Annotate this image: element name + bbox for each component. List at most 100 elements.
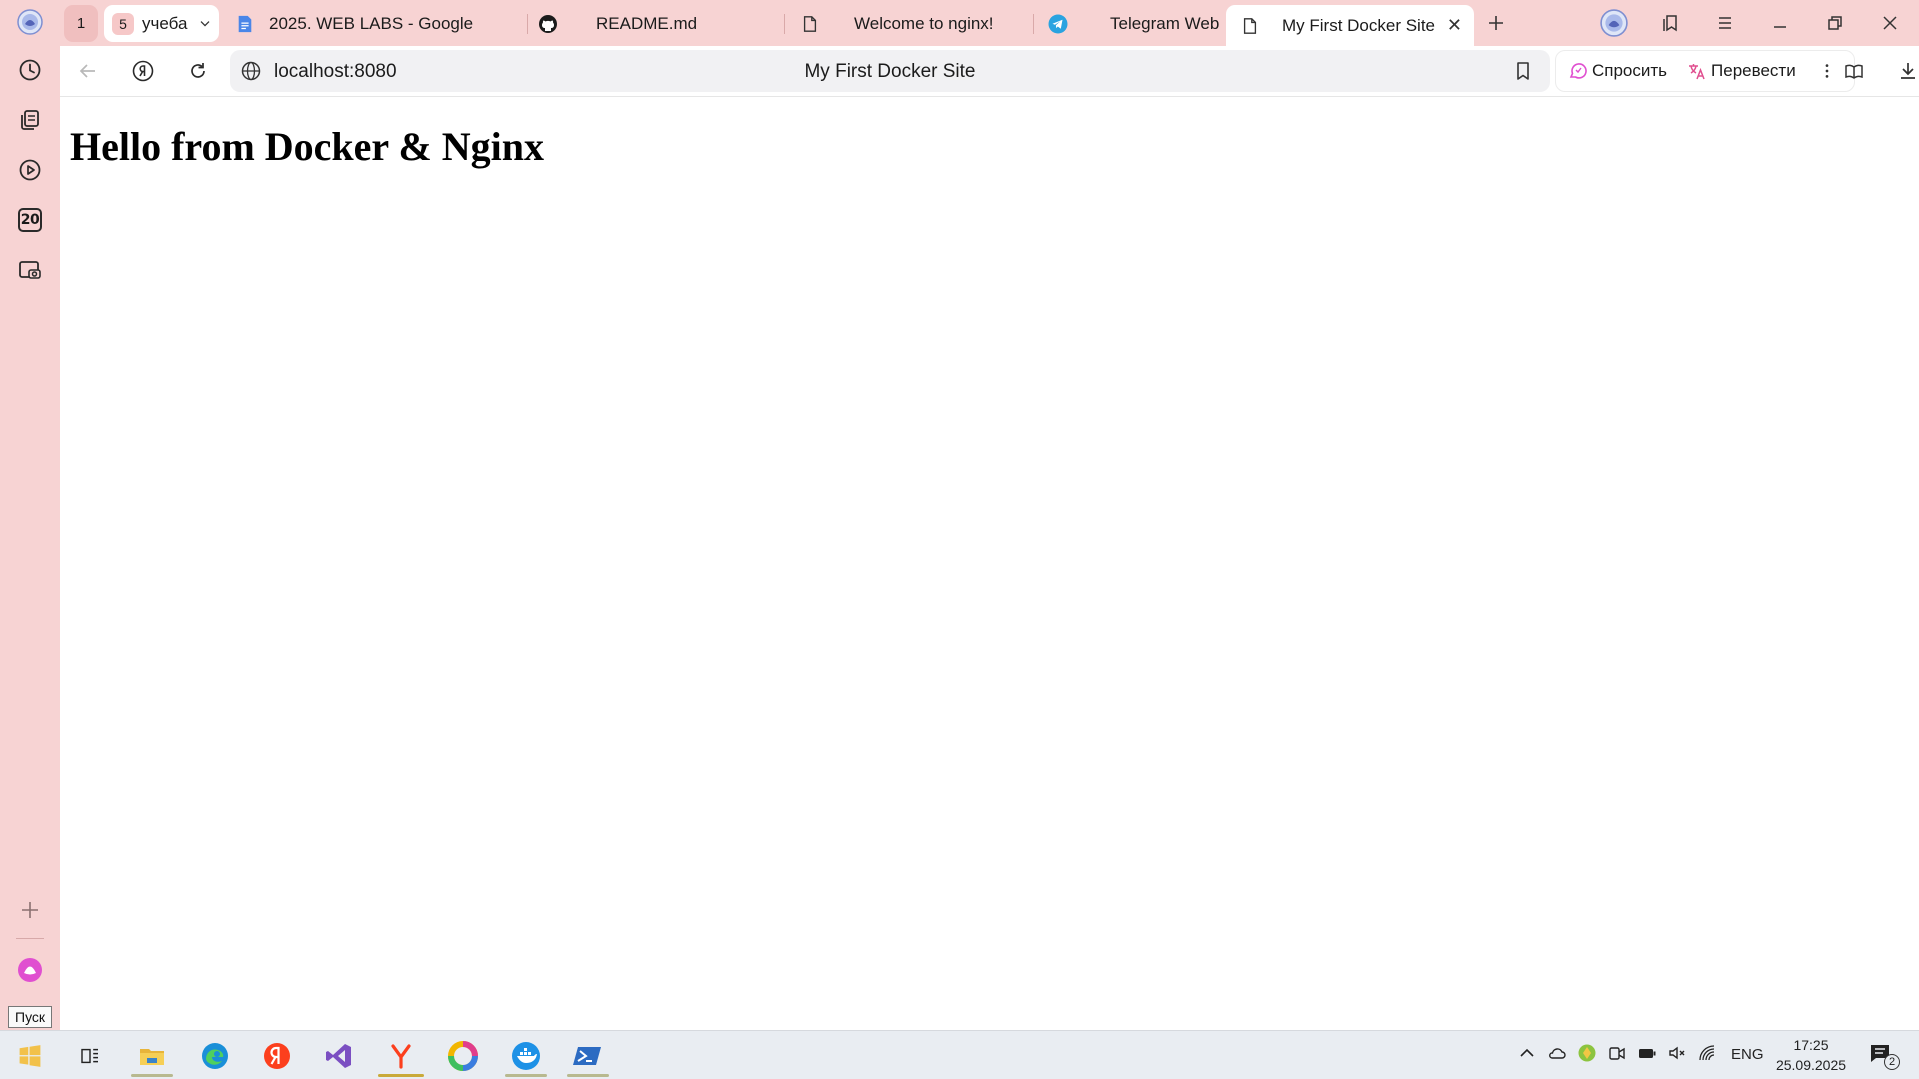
- tab-group-count: 5: [112, 12, 134, 35]
- task-view-icon: [81, 1048, 98, 1063]
- screenshot-button[interactable]: [10, 250, 50, 290]
- alice-assistant-button[interactable]: [10, 950, 50, 990]
- new-tab-button[interactable]: [1476, 6, 1516, 40]
- tab-label: Telegram Web: [1110, 13, 1220, 33]
- powershell-icon: [573, 1046, 601, 1065]
- translate-label: Перевести: [1711, 61, 1796, 80]
- bookmarks-panel-icon: [1663, 15, 1677, 32]
- start-tooltip: Пуск: [8, 1006, 53, 1028]
- task-view-button[interactable]: [65, 1033, 115, 1078]
- wifi-icon: [1699, 1045, 1715, 1061]
- downloads-button[interactable]: [1889, 52, 1919, 90]
- reload-icon: [191, 63, 205, 78]
- yandex-home-button[interactable]: [124, 52, 162, 90]
- alice-icon: [18, 958, 42, 982]
- assistant-actions: Спросить Перевести: [1555, 50, 1855, 92]
- url-text[interactable]: localhost:8080: [274, 61, 397, 83]
- windows-logo-icon: [19, 1044, 41, 1067]
- shield-icon: [1578, 1044, 1596, 1062]
- restore-button[interactable]: [1815, 6, 1855, 40]
- video-button[interactable]: [10, 150, 50, 190]
- visual-studio-icon: [326, 1043, 351, 1068]
- collections-icon: [21, 110, 39, 130]
- google-docs-icon: [235, 14, 255, 34]
- volume-muted-icon: [1669, 1046, 1685, 1060]
- calendar-day-badge: 20: [18, 208, 42, 232]
- taskbar-file-explorer[interactable]: [127, 1033, 177, 1078]
- taskbar-powershell[interactable]: [563, 1033, 613, 1078]
- yandex-icon: [264, 1042, 290, 1069]
- tab-group-study[interactable]: 5 учеба: [104, 5, 219, 42]
- tab-telegram[interactable]: Telegram Web: [1048, 5, 1228, 42]
- menu-button[interactable]: [1705, 6, 1745, 40]
- tab-collections-button[interactable]: [1650, 6, 1690, 40]
- profile-icon: [17, 9, 43, 35]
- tab-separator: [1033, 14, 1034, 34]
- hamburger-icon: [1719, 17, 1731, 29]
- input-language[interactable]: ENG: [1731, 1046, 1764, 1063]
- sidebar-divider: [16, 938, 44, 939]
- address-bar[interactable]: localhost:8080 My First Docker Site: [230, 50, 1550, 92]
- minimize-button[interactable]: [1760, 6, 1800, 40]
- reload-button[interactable]: [179, 52, 217, 90]
- taskbar-visual-studio[interactable]: [314, 1033, 364, 1078]
- restore-icon: [1828, 16, 1842, 30]
- more-vertical-icon: [1825, 64, 1829, 78]
- close-tab-icon[interactable]: ✕: [1447, 15, 1462, 36]
- arrow-left-icon: [79, 64, 95, 78]
- taskbar-docker[interactable]: [501, 1033, 551, 1078]
- start-button[interactable]: [5, 1033, 55, 1078]
- tab-google-docs[interactable]: 2025. WEB LABS - Google: [235, 5, 525, 42]
- ask-button[interactable]: Спросить: [1568, 61, 1667, 81]
- tab-readme[interactable]: README.md: [538, 5, 768, 42]
- tab-group-collapsed[interactable]: 1: [64, 5, 98, 42]
- tab-label: Welcome to nginx!: [854, 13, 994, 33]
- chevron-down-icon: [200, 20, 210, 27]
- edge-icon: [202, 1042, 228, 1069]
- system-clock[interactable]: 17:25 25.09.2025: [1770, 1035, 1852, 1075]
- collections-button[interactable]: [10, 100, 50, 140]
- bookmark-icon: [1517, 62, 1529, 80]
- volume-tray[interactable]: [1667, 1043, 1687, 1063]
- account-button[interactable]: [1594, 6, 1634, 40]
- download-icon: [1901, 63, 1915, 79]
- close-window-button[interactable]: [1870, 6, 1910, 40]
- add-sidebar-item-button[interactable]: [10, 890, 50, 930]
- taskbar-color-app[interactable]: [438, 1033, 488, 1078]
- tab-label: My First Docker Site: [1282, 15, 1436, 35]
- bookmark-button[interactable]: [1504, 52, 1542, 90]
- meet-now-tray[interactable]: [1607, 1043, 1627, 1063]
- back-button[interactable]: [69, 52, 107, 90]
- docker-icon: [512, 1041, 540, 1070]
- notification-count: 2: [1884, 1054, 1900, 1070]
- battery-icon: [1639, 1049, 1656, 1058]
- minimize-icon: [1774, 26, 1786, 28]
- github-icon: [538, 14, 558, 34]
- windows-taskbar: ENG 17:25 25.09.2025 2: [0, 1030, 1919, 1079]
- tab-bar: 1 5 учеба 2025. WEB LABS - Google README…: [60, 0, 1919, 46]
- yandex-y-icon: [391, 1043, 411, 1069]
- globe-icon[interactable]: [240, 60, 262, 82]
- taskbar-yandex-browser-active[interactable]: [376, 1033, 426, 1078]
- yandex-logo-icon: [132, 60, 154, 82]
- play-circle-icon: [19, 159, 41, 181]
- translate-icon: [1689, 64, 1705, 80]
- tab-label: README.md: [596, 13, 698, 33]
- history-button[interactable]: [10, 50, 50, 90]
- onedrive-tray[interactable]: [1547, 1043, 1567, 1063]
- battery-tray[interactable]: [1637, 1043, 1657, 1063]
- notification-center-button[interactable]: 2: [1868, 1039, 1902, 1071]
- security-tray[interactable]: [1577, 1043, 1597, 1063]
- tab-group-count: 1: [76, 15, 86, 32]
- taskbar-yandex-browser[interactable]: [252, 1033, 302, 1078]
- reader-mode-button[interactable]: [1835, 52, 1873, 90]
- tab-my-first-docker-site[interactable]: My First Docker Site ✕: [1226, 5, 1474, 46]
- network-tray[interactable]: [1697, 1043, 1717, 1063]
- calendar-button[interactable]: 20: [10, 200, 50, 240]
- translate-button[interactable]: Перевести: [1687, 61, 1796, 81]
- taskbar-edge[interactable]: [190, 1033, 240, 1078]
- folder-icon: [140, 1048, 164, 1065]
- show-hidden-icons-button[interactable]: [1517, 1043, 1537, 1063]
- tab-nginx-welcome[interactable]: Welcome to nginx!: [800, 5, 1020, 42]
- profile-avatar[interactable]: [10, 2, 50, 42]
